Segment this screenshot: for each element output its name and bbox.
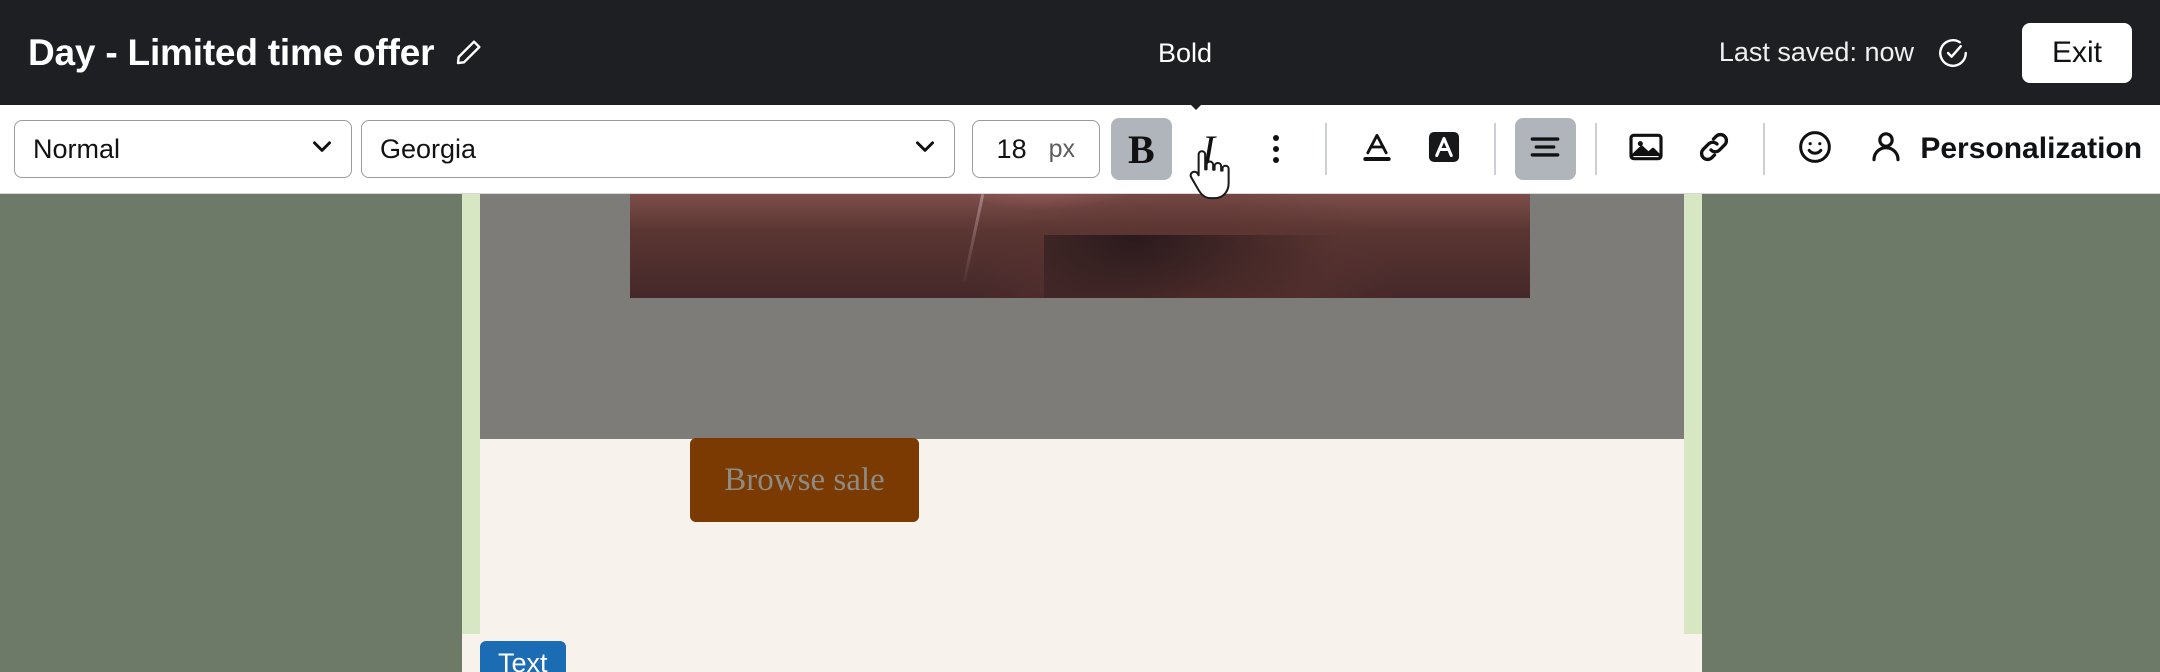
highlight-color-icon bbox=[1425, 128, 1463, 171]
highlight-color-button[interactable] bbox=[1413, 118, 1474, 180]
check-circle-icon bbox=[1936, 36, 1970, 70]
toolbar-divider bbox=[1325, 123, 1328, 175]
app-header: Day - Limited time offer Last saved: now… bbox=[0, 0, 2160, 105]
paragraph-style-value: Normal bbox=[33, 133, 121, 164]
tooltip-arrow bbox=[1182, 96, 1210, 110]
header-left-group: Day - Limited time offer bbox=[28, 32, 484, 74]
pencil-icon[interactable] bbox=[452, 37, 484, 69]
font-size-unit: px bbox=[1048, 134, 1075, 163]
email-rail-left bbox=[462, 194, 480, 672]
emoji-button[interactable] bbox=[1784, 118, 1845, 180]
person-icon bbox=[1866, 127, 1906, 172]
text-block-container: Text Pampered bliss awaits. Get ready to… bbox=[462, 634, 1702, 672]
align-center-button[interactable] bbox=[1514, 118, 1576, 180]
chevron-down-icon bbox=[910, 131, 940, 168]
email-rail-right bbox=[1684, 194, 1702, 672]
font-size-input[interactable]: 18 px bbox=[971, 120, 1100, 178]
bold-icon: B bbox=[1128, 126, 1155, 172]
bold-button[interactable]: B bbox=[1110, 118, 1172, 180]
hero-section bbox=[480, 194, 1684, 439]
italic-icon: I bbox=[1201, 126, 1216, 172]
more-formatting-button[interactable] bbox=[1245, 118, 1306, 180]
bold-tooltip: Bold bbox=[1158, 38, 1213, 68]
formatting-toolbar: Normal Georgia 18 px B I Personalization bbox=[0, 105, 2160, 194]
chevron-down-icon bbox=[307, 131, 337, 168]
block-type-badge[interactable]: Text bbox=[480, 641, 566, 672]
text-color-button[interactable] bbox=[1346, 118, 1407, 180]
browse-sale-button[interactable]: Browse sale bbox=[690, 438, 919, 522]
font-family-value: Georgia bbox=[379, 133, 477, 164]
insert-image-button[interactable] bbox=[1616, 118, 1677, 180]
last-saved-status: Last saved: now bbox=[1718, 37, 1914, 67]
image-icon bbox=[1626, 127, 1666, 172]
browse-sale-label: Browse sale bbox=[724, 461, 885, 498]
text-color-icon bbox=[1357, 127, 1397, 172]
page-title: Day - Limited time offer bbox=[28, 31, 435, 73]
paragraph-style-select[interactable]: Normal bbox=[14, 120, 352, 178]
toolbar-divider bbox=[1763, 123, 1766, 175]
insert-link-button[interactable] bbox=[1683, 118, 1744, 180]
font-family-select[interactable]: Georgia bbox=[360, 120, 955, 178]
toolbar-divider bbox=[1493, 123, 1496, 175]
hero-image[interactable] bbox=[630, 194, 1530, 298]
link-icon bbox=[1694, 127, 1734, 172]
emoji-smiley-icon bbox=[1795, 127, 1835, 172]
exit-button[interactable]: Exit bbox=[2021, 22, 2132, 83]
font-size-value: 18 bbox=[996, 133, 1027, 164]
italic-button[interactable]: I bbox=[1178, 118, 1239, 180]
personalization-button[interactable]: Personalization bbox=[1856, 121, 2152, 178]
three-dots-vertical-icon bbox=[1272, 135, 1279, 163]
personalization-label: Personalization bbox=[1920, 132, 2143, 165]
align-center-icon bbox=[1526, 128, 1564, 171]
header-right-group: Last saved: now Exit bbox=[1718, 22, 2132, 83]
email-canvas: Browse sale Text Pampered bliss awaits. … bbox=[0, 194, 2160, 672]
toolbar-divider bbox=[1594, 123, 1597, 175]
